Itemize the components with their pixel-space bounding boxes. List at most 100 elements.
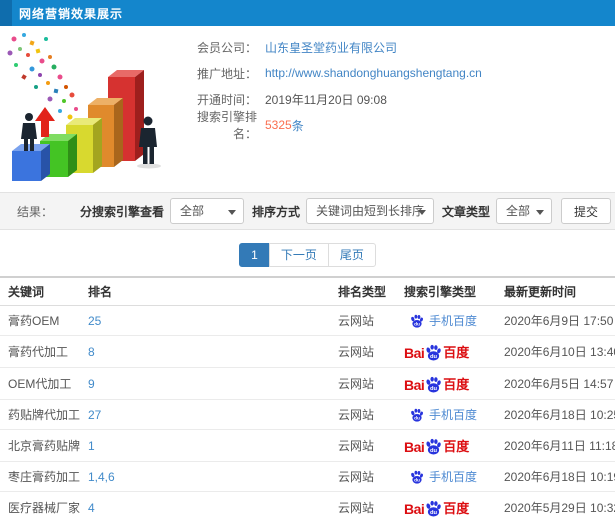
- confetti-dots: [7, 33, 78, 120]
- rank-link[interactable]: 1,4,6: [88, 470, 115, 484]
- article-type-label: 文章类型: [441, 204, 490, 219]
- engine-cell: du 手机百度: [396, 399, 496, 430]
- updated-cell: 2020年5月29日 10:32: [496, 491, 615, 520]
- page-last[interactable]: 尾页: [327, 243, 376, 267]
- sort-filter-label: 排序方式: [251, 204, 300, 219]
- sort-filter-value: 关键词由短到长排序: [315, 204, 424, 218]
- sort-filter-select[interactable]: 关键词由短到长排序: [305, 198, 434, 224]
- info-row: 推广地址： http://www.shandonghuangshengtang.…: [185, 60, 615, 86]
- keyword-cell: 北京膏药贴牌: [0, 429, 80, 462]
- baidu-logo-cn: 百度: [443, 439, 470, 454]
- chevron-down-icon: [535, 210, 544, 215]
- illustration-wrap: [0, 26, 185, 192]
- info-label: 推广地址：: [196, 66, 257, 81]
- updated-cell: 2020年6月11日 11:18: [496, 429, 615, 462]
- page-title: 网络营销效果展示: [19, 6, 124, 21]
- info-suffix: 条: [291, 118, 304, 133]
- header-updated: 最新更新时间: [496, 277, 615, 306]
- svg-text:du: du: [430, 448, 438, 454]
- baidu-logo-bai: Bai: [404, 377, 425, 393]
- table-row: 医疗器械厂家 4 云网站 Bai du 百度 2020年5月29日 10:32: [0, 491, 615, 520]
- mobile-baidu-label: 手机百度: [429, 470, 478, 484]
- article-type-select[interactable]: 全部: [495, 198, 552, 224]
- info-section: 会员公司： 山东皇圣堂药业有限公司 推广地址： http://www.shand…: [0, 26, 615, 192]
- pagination: 1 下一页 尾页: [239, 243, 376, 267]
- baidu-logo-bai: Bai: [404, 345, 425, 361]
- mobile-baidu-paw-icon: du: [411, 408, 423, 422]
- mobile-baidu-logo: du 手机百度: [404, 312, 488, 329]
- table-header-row: 关键词 排名 排名类型 搜索引擎类型 最新更新时间: [0, 277, 615, 306]
- title-bar-accent: [0, 0, 12, 26]
- svg-text:du: du: [430, 510, 438, 516]
- submit-button[interactable]: 提交: [560, 198, 611, 224]
- svg-text:du: du: [414, 477, 420, 483]
- keyword-cell: 膏药OEM: [0, 305, 80, 336]
- engine-cell: Bai du 百度: [396, 491, 496, 520]
- keyword-cell: 药贴牌代加工: [0, 399, 80, 430]
- info-value[interactable]: http://www.shandonghuangshengtang.cn: [265, 66, 482, 80]
- info-row: 搜索引擎排名： 5325 条: [185, 110, 615, 141]
- baidu-logo: Bai du 百度: [404, 342, 488, 361]
- baidu-paw-icon: du: [426, 438, 442, 455]
- rank-link[interactable]: 9: [88, 377, 95, 391]
- result-label: 结果：: [17, 204, 54, 219]
- rank-type-cell: 云网站: [330, 429, 396, 462]
- svg-text:du: du: [430, 354, 438, 360]
- article-type-value: 全部: [505, 204, 530, 218]
- baidu-logo-bai: Bai: [404, 439, 425, 455]
- info-value: 2019年11月20日 09:08: [265, 92, 387, 107]
- engine-cell: du 手机百度: [396, 461, 496, 492]
- rank-link[interactable]: 27: [88, 408, 101, 422]
- page-next[interactable]: 下一页: [268, 243, 329, 267]
- baidu-paw-icon: du: [426, 376, 442, 393]
- rank-link[interactable]: 4: [88, 501, 95, 515]
- info-label: 开通时间：: [196, 92, 257, 107]
- baidu-logo: Bai du 百度: [404, 374, 488, 393]
- info-value: 5325: [265, 118, 292, 132]
- svg-text:du: du: [414, 321, 420, 327]
- engine-filter-label: 分搜索引擎查看: [79, 204, 164, 219]
- rank-link[interactable]: 8: [88, 345, 95, 359]
- header-rank: 排名: [80, 277, 330, 306]
- rank-type-cell: 云网站: [330, 367, 396, 400]
- rank-type-cell: 云网站: [330, 335, 396, 368]
- table-row: 北京膏药贴牌 1 云网站 Bai du 百度 2020年6月11日 11:18: [0, 429, 615, 462]
- keyword-cell: 医疗器械厂家: [0, 491, 80, 520]
- mobile-baidu-label: 手机百度: [429, 408, 478, 422]
- header-rank-type: 排名类型: [330, 277, 396, 306]
- baidu-logo-bai: Bai: [404, 501, 425, 517]
- engine-cell: du 手机百度: [396, 305, 496, 336]
- header-keyword: 关键词: [0, 277, 80, 306]
- info-row: 会员公司： 山东皇圣堂药业有限公司: [185, 34, 615, 60]
- results-table-body: 膏药OEM 25 云网站 du 手机百度 2020年6月9日 17:50 膏药代…: [0, 305, 615, 520]
- keyword-cell: 膏药代加工: [0, 335, 80, 368]
- rank-type-cell: 云网站: [330, 461, 396, 492]
- header-engine-type: 搜索引擎类型: [396, 277, 496, 306]
- title-bar: 网络营销效果展示: [0, 0, 615, 26]
- pagination-section: 1 下一页 尾页: [0, 230, 615, 276]
- engine-filter-select[interactable]: 全部: [169, 198, 244, 224]
- rank-link[interactable]: 1: [88, 439, 95, 453]
- info-value[interactable]: 山东皇圣堂药业有限公司: [265, 39, 397, 56]
- rank-link[interactable]: 25: [88, 314, 101, 328]
- mobile-baidu-logo: du 手机百度: [404, 406, 488, 423]
- table-row: 药贴牌代加工 27 云网站 du 手机百度 2020年6月18日 10:25: [0, 399, 615, 430]
- svg-text:du: du: [430, 386, 438, 392]
- baidu-logo-cn: 百度: [443, 377, 470, 392]
- filter-panel: 结果： 分搜索引擎查看 全部 排序方式 关键词由短到长排序 文章类型 全部 提交: [0, 192, 615, 230]
- up-arrow-icon: [35, 107, 55, 137]
- engine-cell: Bai du 百度: [396, 335, 496, 368]
- updated-cell: 2020年6月18日 10:25: [496, 399, 615, 430]
- page-current[interactable]: 1: [239, 243, 270, 267]
- baidu-logo-cn: 百度: [443, 501, 470, 516]
- mobile-baidu-logo: du 手机百度: [404, 468, 488, 485]
- svg-text:du: du: [414, 415, 420, 421]
- rank-type-cell: 云网站: [330, 491, 396, 520]
- mobile-baidu-paw-icon: du: [411, 314, 423, 328]
- info-fields: 会员公司： 山东皇圣堂药业有限公司 推广地址： http://www.shand…: [185, 26, 615, 192]
- baidu-logo-cn: 百度: [443, 345, 470, 360]
- engine-cell: Bai du 百度: [396, 367, 496, 400]
- growth-bar-chart-illustration: [7, 33, 161, 181]
- info-label: 搜索引擎排名：: [196, 110, 257, 141]
- keyword-cell: OEM代加工: [0, 367, 80, 400]
